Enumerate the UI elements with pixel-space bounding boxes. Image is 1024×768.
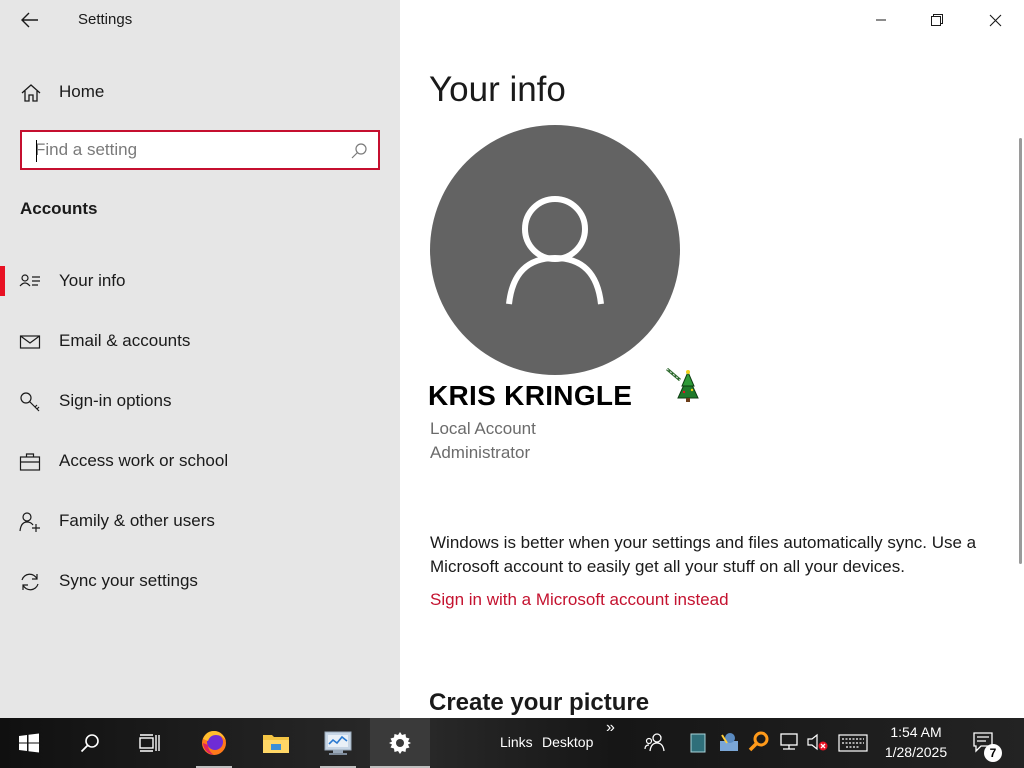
account-type: Local Account — [430, 419, 536, 438]
settings-window: Settings Home Accounts You — [0, 0, 1024, 768]
scrollbar[interactable] — [1019, 138, 1022, 564]
restore-button[interactable] — [908, 0, 966, 40]
sidebar-item-label: Your info — [59, 271, 126, 290]
user-name: KRIS KRINGLE — [428, 380, 633, 411]
create-picture-heading: Create your picture — [429, 689, 650, 716]
sidebar-item-label: Email & accounts — [59, 331, 191, 350]
task-view-button[interactable] — [126, 718, 174, 768]
sync-icon — [21, 573, 39, 591]
key-icon — [20, 392, 40, 412]
close-button[interactable] — [966, 0, 1024, 40]
close-icon — [989, 14, 1001, 26]
sidebar-item-label: Sign-in options — [59, 391, 172, 410]
touch-keyboard-icon[interactable] — [838, 733, 868, 753]
start-button[interactable] — [0, 718, 58, 768]
windows-logo-icon — [19, 733, 39, 753]
search-icon — [80, 734, 99, 753]
home-icon — [21, 84, 41, 102]
restore-icon — [931, 14, 943, 26]
sync-message: Windows is better when your settings and… — [430, 533, 977, 576]
search-input[interactable] — [35, 137, 335, 163]
sidebar-item-your-info[interactable]: Your info — [0, 252, 400, 312]
computer-monitor-app-icon — [324, 731, 352, 755]
taskbar-firefox[interactable] — [190, 718, 238, 768]
sidebar-item-label: Sync your settings — [59, 571, 198, 590]
home-label: Home — [59, 82, 105, 101]
sidebar-item-sign-in-options[interactable]: Sign-in options — [0, 372, 400, 432]
sidebar-item-email-accounts[interactable]: Email & accounts — [0, 312, 400, 372]
minimize-icon — [876, 19, 886, 21]
network-tool-icon[interactable] — [718, 731, 740, 753]
taskbar-search-button[interactable] — [66, 718, 114, 768]
taskbar-system-app[interactable] — [314, 718, 362, 768]
gear-icon — [389, 732, 411, 754]
sidebar-item-label: Access work or school — [59, 451, 229, 470]
network-icon[interactable] — [778, 731, 800, 753]
notification-badge: 7 — [984, 744, 1002, 762]
toolbar-overflow-button[interactable]: » — [606, 719, 615, 737]
tablet-icon[interactable] — [690, 733, 706, 753]
taskbar: Links Desktop » 1:54 AM 1/28/2025 — [0, 718, 1024, 768]
taskbar-clock[interactable]: 1:54 AM 1/28/2025 — [872, 722, 960, 762]
avatar — [430, 125, 699, 402]
people-icon[interactable] — [644, 731, 666, 753]
back-arrow-icon — [21, 12, 38, 28]
search-box[interactable] — [20, 130, 380, 170]
page-title: Your info — [429, 70, 566, 109]
sidebar-item-sync-settings[interactable]: Sync your settings — [0, 552, 400, 612]
clock-date: 1/28/2025 — [884, 744, 948, 760]
content-pane: Your info KRIS KRINGLE Local Account Adm… — [400, 0, 1024, 718]
microsoft-account-link[interactable]: Sign in with a Microsoft account instead — [430, 590, 729, 610]
minimize-button[interactable] — [852, 0, 910, 40]
contact-info-icon — [19, 274, 40, 287]
search-icon[interactable] — [350, 142, 368, 160]
sidebar-item-access-work-school[interactable]: Access work or school — [0, 432, 400, 492]
firefox-icon — [202, 731, 226, 755]
sidebar-home[interactable]: Home — [0, 72, 400, 112]
folder-icon — [263, 735, 289, 753]
account-role: Administrator — [430, 443, 531, 462]
search-tool-icon[interactable] — [748, 731, 770, 753]
app-title: Settings — [78, 11, 133, 28]
volume-muted-icon[interactable] — [806, 731, 828, 753]
mail-icon — [19, 335, 41, 349]
sidebar: Settings Home Accounts You — [0, 0, 400, 718]
taskbar-settings[interactable] — [370, 718, 430, 768]
section-title: Accounts — [20, 199, 98, 218]
clock-time: 1:54 AM — [890, 724, 942, 740]
text-caret — [36, 140, 37, 162]
desktop-toolbar[interactable]: Desktop — [542, 734, 593, 750]
add-user-icon — [19, 512, 40, 532]
back-button[interactable] — [14, 6, 46, 34]
christmas-tree-cursor-icon — [666, 368, 699, 402]
person-icon — [506, 196, 604, 305]
sidebar-item-label: Family & other users — [59, 511, 215, 530]
sidebar-nav: Your info Email & accounts Sign-in optio… — [0, 252, 400, 612]
sidebar-item-family-other-users[interactable]: Family & other users — [0, 492, 400, 552]
taskbar-file-explorer[interactable] — [252, 718, 300, 768]
briefcase-icon — [19, 453, 41, 471]
task-view-icon — [139, 734, 160, 752]
links-toolbar[interactable]: Links — [500, 734, 533, 750]
